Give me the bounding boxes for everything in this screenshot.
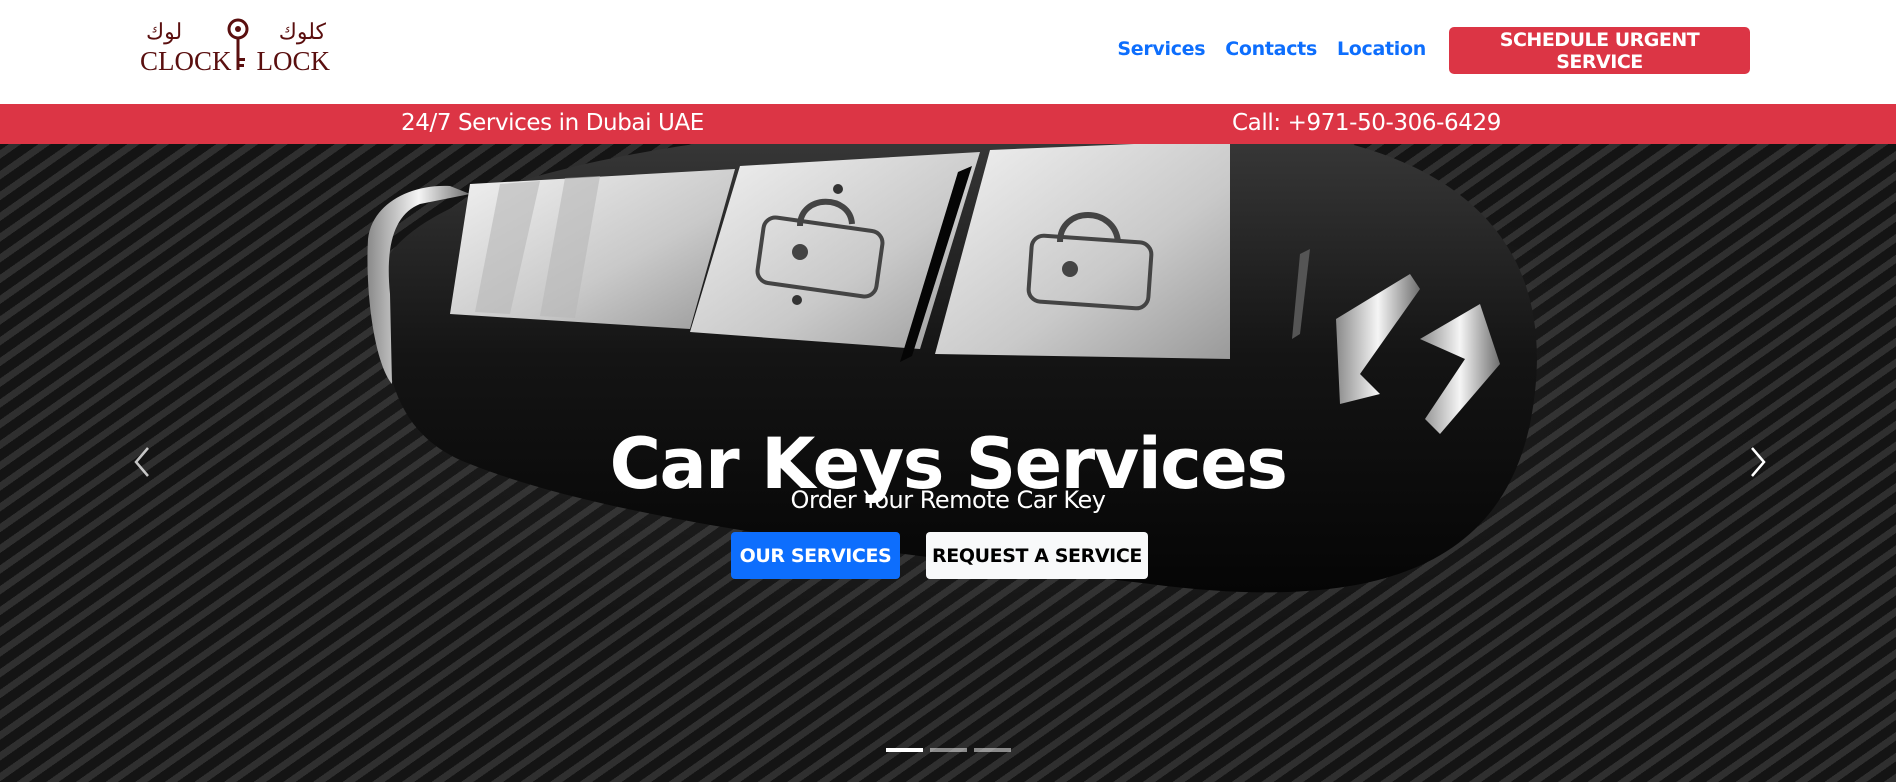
hero-subtitle: Order Your Remote Car Key bbox=[790, 486, 1106, 514]
navbar: لوك كلوك CLOCK LOCK Services Contacts Lo… bbox=[0, 0, 1896, 104]
logo-latin-left: CLOCK bbox=[140, 46, 232, 76]
info-bar: 24/7 Services in Dubai UAE Call: +971-50… bbox=[0, 104, 1896, 144]
carousel-indicator-3[interactable] bbox=[974, 748, 1011, 752]
request-service-button[interactable]: REQUEST A SERVICE bbox=[926, 532, 1148, 579]
carousel-indicator-1[interactable] bbox=[886, 748, 923, 752]
logo-arabic-left: لوك bbox=[146, 20, 183, 45]
main-nav: Services Contacts Location bbox=[1117, 38, 1426, 60]
phone-number-text[interactable]: Call: +971-50-306-6429 bbox=[1232, 110, 1501, 136]
carousel-indicator-2[interactable] bbox=[930, 748, 967, 752]
service-hours-text: 24/7 Services in Dubai UAE bbox=[401, 110, 704, 136]
brand-logo[interactable]: لوك كلوك CLOCK LOCK bbox=[140, 18, 330, 80]
logo-arabic-right: كلوك bbox=[278, 20, 326, 45]
hero-carousel: Car Keys Services Order Your Remote Car … bbox=[0, 144, 1896, 782]
logo-latin: CLOCK LOCK bbox=[140, 46, 330, 77]
logo-latin-right: LOCK bbox=[256, 46, 331, 76]
our-services-button[interactable]: OUR SERVICES bbox=[731, 532, 900, 579]
carousel-indicators bbox=[886, 748, 1011, 752]
schedule-urgent-service-button[interactable]: SCHEDULE URGENT SERVICE bbox=[1449, 27, 1750, 74]
nav-link-location[interactable]: Location bbox=[1337, 38, 1426, 60]
nav-link-services[interactable]: Services bbox=[1117, 38, 1205, 60]
nav-link-contacts[interactable]: Contacts bbox=[1225, 38, 1317, 60]
